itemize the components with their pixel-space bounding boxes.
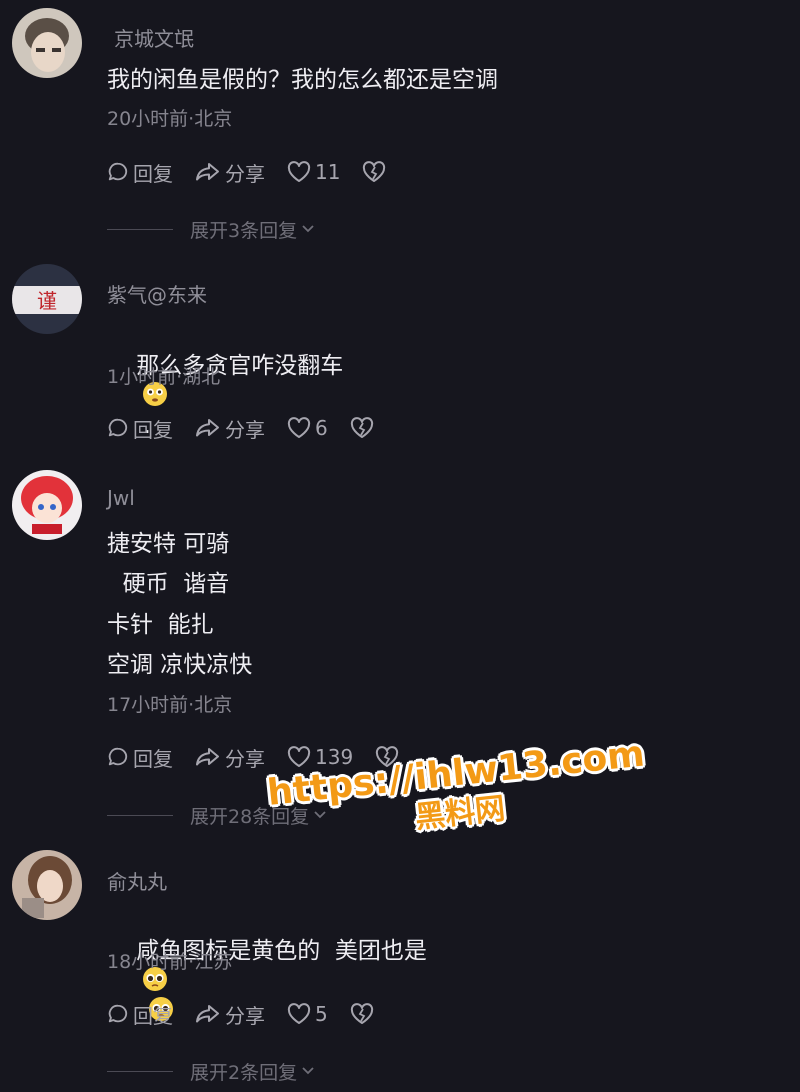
like-button[interactable]: 11 [287, 160, 340, 184]
share-button[interactable]: 分享 [195, 1000, 265, 1029]
share-icon [196, 163, 219, 181]
share-icon [196, 1005, 219, 1023]
comment-text: 我的闲鱼是假的？我的怎么都还是空调 [107, 67, 498, 93]
reply-icon [108, 162, 128, 181]
reply-label: 回复 [133, 417, 173, 442]
reply-icon [108, 1004, 128, 1023]
heart-icon [287, 1003, 311, 1024]
avatar[interactable]: 谨 [12, 264, 82, 334]
dislike-icon [350, 417, 373, 438]
like-count: 11 [315, 160, 341, 184]
share-label: 分享 [225, 161, 265, 186]
chevron-down-icon [302, 225, 314, 233]
comment-actions: 回复 分享 11 [107, 157, 412, 187]
comment-text: 硬币 谐音 [108, 571, 230, 597]
comment-meta: 20小时前·北京 [107, 108, 233, 130]
divider [107, 1070, 173, 1072]
expand-replies-label: 展开2条回复 [190, 1061, 298, 1084]
like-count: 6 [315, 416, 328, 440]
comment-text: 捷安特 可骑 [107, 531, 230, 557]
share-button[interactable]: 分享 [195, 743, 265, 772]
reply-button[interactable]: 回复 [107, 1000, 173, 1029]
avatar[interactable] [12, 8, 82, 78]
reply-icon [108, 747, 128, 766]
reply-button[interactable]: 回复 [107, 158, 173, 187]
reply-button[interactable]: 回复 [107, 414, 173, 443]
avatar-seal-text: 谨 [37, 289, 57, 313]
share-icon [196, 419, 219, 437]
comment-text: 卡针 能扎 [107, 612, 214, 638]
comment-username[interactable]: 俞丸丸 [107, 866, 167, 895]
expand-replies-button[interactable]: 展开2条回复 [107, 1056, 315, 1086]
reply-icon [108, 418, 128, 437]
share-button[interactable]: 分享 [195, 158, 265, 187]
like-button[interactable]: 6 [287, 416, 328, 440]
share-label: 分享 [225, 417, 265, 442]
share-label: 分享 [225, 1003, 265, 1028]
comment-username[interactable]: 京城文氓 [114, 23, 194, 52]
comment-actions: 回复 分享 6 [107, 413, 400, 443]
share-icon [196, 748, 219, 766]
avatar[interactable] [12, 850, 82, 920]
dislike-icon [363, 161, 386, 182]
comment-username[interactable]: 紫气@东来 [107, 279, 207, 308]
like-button[interactable]: 5 [287, 1002, 328, 1026]
dislike-icon [350, 1003, 373, 1024]
expand-replies-button[interactable]: 展开3条回复 [107, 214, 315, 244]
avatar[interactable] [12, 470, 82, 540]
divider [107, 228, 173, 230]
share-button[interactable]: 分享 [195, 414, 265, 443]
divider [107, 814, 173, 816]
comment-text: 空调 凉快凉快 [107, 652, 253, 678]
dislike-button[interactable] [362, 161, 390, 183]
expand-replies-label: 展开3条回复 [190, 219, 298, 242]
like-count: 5 [315, 1002, 328, 1026]
comment-text: 咸鱼图标是黄色的 美团也是 [107, 906, 427, 1056]
comment-actions: 回复 分享 5 [107, 999, 400, 1029]
heart-icon [287, 161, 311, 182]
comment-meta: 18小时前·江苏 [107, 951, 233, 973]
chevron-down-icon [302, 1067, 314, 1075]
share-label: 分享 [225, 746, 265, 771]
comment-meta: 17小时前·北京 [107, 694, 233, 716]
reply-label: 回复 [133, 1003, 173, 1028]
dislike-button[interactable] [350, 417, 378, 439]
heart-icon [287, 746, 311, 767]
reply-label: 回复 [133, 746, 173, 771]
reply-button[interactable]: 回复 [107, 743, 173, 772]
comment-text: 那么多贪官咋没翻车 . [107, 321, 343, 471]
reply-label: 回复 [133, 161, 173, 186]
comment-username[interactable]: Jwl [107, 486, 135, 510]
dislike-button[interactable] [350, 1003, 378, 1025]
heart-icon [287, 417, 311, 438]
comment-meta: 1小时前·湖北 [107, 366, 221, 388]
